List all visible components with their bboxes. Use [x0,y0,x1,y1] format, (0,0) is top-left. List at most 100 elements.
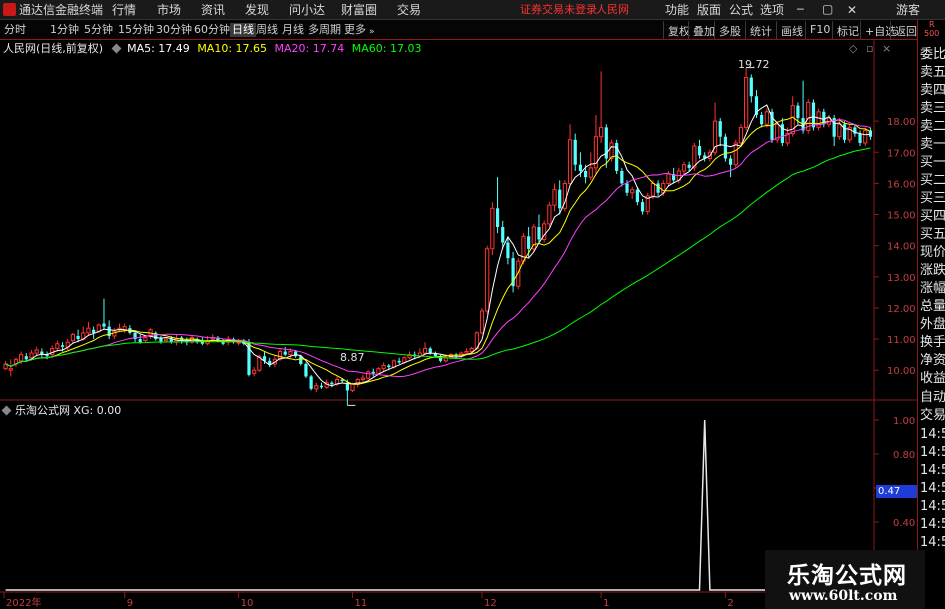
menu-discover[interactable]: 发现 [245,3,269,17]
y-tick-label: 11.00 [887,335,916,346]
menu-function[interactable]: 功能 [665,3,689,17]
sub-y-tick-label: 0.40 [893,518,915,529]
btn-f10[interactable]: F10 [805,21,834,39]
kline-chart[interactable]: 18.0017.0016.0015.0014.0013.0012.0011.00… [0,40,917,609]
menu-quotes[interactable]: 行情 [112,3,136,17]
menu-formula[interactable]: 公式 [729,3,753,17]
candle-body-down [635,189,639,203]
candle-body-up [360,377,366,381]
candle-body-up [314,385,319,390]
candle-body-up [681,164,687,172]
guest-label[interactable]: 游客 [896,3,920,17]
y-tick-label: 16.00 [887,179,916,190]
rp-buy1: 买一 [920,155,945,170]
login-notice[interactable]: 证券交易未登录 [520,3,597,17]
rp-trade[interactable]: 交易 [920,409,945,423]
period-tab-weekly[interactable]: 周线 [256,23,278,37]
period-tab-timeshare[interactable]: 分时 [4,23,26,37]
period-tab-1min[interactable]: 1分钟 [50,23,79,37]
menu-trade[interactable]: 交易 [397,3,421,17]
close-icon[interactable]: ✕ [847,3,857,17]
candle-body-down [868,130,873,137]
rp-change: 涨跌 [920,263,945,278]
rp-time: 14:56 [920,535,945,550]
x-tick-label: 9 [127,598,133,609]
menu-options[interactable]: 选项 [760,3,784,17]
candle-body-up [863,129,868,144]
rp-earnings: 收益 [920,371,945,386]
rp-turnover: 换手 [920,335,945,350]
candle-body-down [620,170,624,184]
x-tick-label: 2022年 [6,596,41,609]
candle-body-down [506,242,510,259]
btn-draw[interactable]: 画线 [776,21,807,39]
candle-body-down [397,360,401,363]
rp-auto[interactable]: 自动 [920,391,945,405]
rp-time: 14:56 [920,517,945,532]
x-tick-label: 2 [727,598,733,609]
candle-body-down [578,164,583,171]
rp-buy2: 买二 [920,173,945,188]
candle-body-down [656,183,660,193]
btn-mark[interactable]: 标记 [832,21,863,39]
watermark-title: 乐淘公式网 [787,563,907,589]
minimize-icon[interactable]: ─ [797,3,804,17]
candle-body-up [464,351,469,354]
y-tick-label: 18.00 [887,117,916,128]
rp-outer: 外盘 [920,317,945,332]
candle-body-down [728,158,733,165]
ma20-label: MA20: 17.74 [274,42,345,55]
panel-close-icon[interactable]: × [882,42,891,55]
period-tab-15min[interactable]: 15分钟 [118,23,154,37]
period-tab-monthly[interactable]: 月线 [282,23,304,37]
period-tab-5min[interactable]: 5分钟 [84,23,113,37]
rp-buy3: 买三 [920,191,945,206]
candle-body-up [365,371,371,379]
more-arrow-icon[interactable]: » [369,25,375,39]
period-tab-more[interactable]: 更多 [344,23,366,37]
ma5-label: MA5: 17.49 [127,42,190,55]
period-toolbar: 分时 1分钟 5分钟 15分钟 30分钟 60分钟 日线 周线 月线 多周期 更… [0,20,945,40]
btn-stats[interactable]: 统计 [745,21,776,39]
candle-body-down [330,382,334,385]
period-tab-60min[interactable]: 60分钟 [194,23,230,37]
candle-body-up [376,368,381,374]
candle-body-down [60,345,65,347]
candle-body-up [469,347,474,353]
menu-layout[interactable]: 版面 [697,3,721,17]
candle-body-down [138,339,142,343]
panel-diamond-icon[interactable]: ◇ [849,42,857,55]
candle-body-up [288,351,293,356]
x-tick-label: 11 [355,598,368,609]
settings-diamond-icon[interactable] [111,43,122,54]
candle-body-up [588,167,593,178]
period-tab-multi[interactable]: 多周期 [308,23,341,37]
ma10-line [5,116,871,385]
menu-wealth[interactable]: 财富圈 [341,3,377,17]
candle-body-up [609,142,614,160]
x-tick-label: 1 [603,598,609,609]
menu-market[interactable]: 市场 [157,3,181,17]
candle-body-down [102,323,106,327]
candle-body-up [547,204,552,225]
menu-news[interactable]: 资讯 [201,3,225,17]
rp-sell5: 卖五 [920,65,945,80]
candle-body-up [50,347,55,356]
panel-maximize-icon[interactable]: ▫ [866,42,873,55]
rp-sell3: 卖三 [920,101,945,116]
candle-body-up [86,327,91,334]
candle-body-up [236,341,241,344]
sub-settings-icon[interactable] [1,405,12,416]
candle-body-down [697,146,702,156]
btn-multi-stock[interactable]: 多股 [714,21,745,39]
candle-body-up [143,337,148,342]
rp-time: 14:56 [920,427,945,442]
candle-body-down [319,385,324,388]
maximize-icon[interactable]: ▢ [822,2,833,16]
menu-ask[interactable]: 问小达 [289,3,325,17]
sub-y-tick-label: 0.80 [893,450,915,461]
panel-controls: ◇ ▫ × [849,42,891,55]
period-tab-30min[interactable]: 30分钟 [156,23,192,37]
period-tab-daily[interactable]: 日线 [230,23,256,37]
rp-buy4: 买四 [920,209,945,224]
